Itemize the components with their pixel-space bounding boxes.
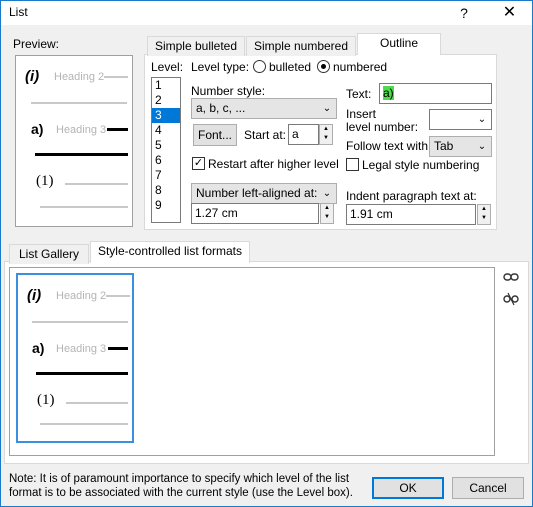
preview-line xyxy=(65,183,128,185)
alignment-spinner[interactable]: ▲ ▼ xyxy=(320,203,334,224)
number-style-label: Number style: xyxy=(191,84,266,98)
preview-line xyxy=(31,102,127,104)
preview-label: Preview: xyxy=(13,37,60,51)
gallery-heading-2: Heading 3 xyxy=(56,343,107,355)
gallery-line xyxy=(32,321,128,323)
gallery-item[interactable]: (i) Heading 2 a) Heading 3 (1) xyxy=(16,273,134,443)
preview-number-2: a) xyxy=(31,121,44,137)
preview-line xyxy=(40,206,128,208)
spin-up-icon[interactable]: ▲ xyxy=(321,204,333,213)
gallery-line xyxy=(106,295,130,297)
chevron-down-icon: ⌄ xyxy=(322,188,332,199)
alignment-value: Number left-aligned at: xyxy=(196,186,318,200)
spin-down-icon[interactable]: ▼ xyxy=(478,214,490,223)
restart-checkbox[interactable]: ✓ xyxy=(192,157,205,170)
window-title: List xyxy=(9,5,28,19)
insert-level-label: Insert xyxy=(346,107,377,121)
level-item[interactable]: 6 xyxy=(152,153,180,168)
gallery-number-2: a) xyxy=(32,340,45,356)
gallery-line xyxy=(66,402,128,404)
unlink-icon[interactable] xyxy=(502,292,520,308)
level-item[interactable]: 2 xyxy=(152,93,180,108)
insert-level-select[interactable]: ⌄ xyxy=(429,109,492,130)
link-icon[interactable] xyxy=(502,271,520,287)
follow-text-value: Tab xyxy=(434,139,454,153)
indent-label: Indent paragraph text at: xyxy=(346,189,477,203)
spin-down-icon[interactable]: ▼ xyxy=(321,213,333,222)
preview-box: (i) Heading 2 a) Heading 3 (1) xyxy=(15,55,133,227)
title-bar: List ? ✕ xyxy=(1,1,532,25)
chevron-down-icon: ⌄ xyxy=(322,103,332,114)
start-at-spinner[interactable]: ▲ ▼ xyxy=(319,124,333,145)
number-text-value: a) xyxy=(383,86,394,100)
ok-button[interactable]: OK xyxy=(372,477,444,499)
gallery-heading-1: Heading 2 xyxy=(56,290,107,302)
preview-line xyxy=(104,76,128,78)
tab-list-gallery[interactable]: List Gallery xyxy=(9,244,89,264)
font-button[interactable]: Font... xyxy=(193,124,237,146)
start-at-input[interactable]: a xyxy=(288,124,319,145)
close-button[interactable]: ✕ xyxy=(487,1,532,25)
level-item[interactable]: 8 xyxy=(152,183,180,198)
legal-style-checkbox[interactable] xyxy=(346,158,359,171)
chevron-down-icon: ⌄ xyxy=(477,114,487,125)
alignment-amount-input[interactable]: 1.27 cm xyxy=(191,203,319,224)
level-item[interactable]: 4 xyxy=(152,123,180,138)
insert-level-label-2: level number: xyxy=(346,120,419,134)
legal-style-label: Legal style numbering xyxy=(362,158,480,172)
footer-note: Note: It is of paramount importance to s… xyxy=(9,473,353,499)
preview-number-1: (i) xyxy=(25,68,40,85)
number-text-input[interactable]: a) xyxy=(379,83,492,104)
preview-line xyxy=(35,153,128,156)
start-at-label: Start at: xyxy=(244,128,287,142)
number-style-select[interactable]: a, b, c, ... ⌄ xyxy=(191,98,337,119)
preview-number-3: (1) xyxy=(36,173,54,189)
tab-outline[interactable]: Outline xyxy=(357,33,441,55)
bulleted-radio-label: bulleted xyxy=(269,60,312,74)
alignment-select[interactable]: Number left-aligned at: ⌄ xyxy=(191,183,337,204)
level-item[interactable]: 9 xyxy=(152,198,180,213)
level-item[interactable]: 1 xyxy=(152,78,180,93)
level-item[interactable]: 5 xyxy=(152,138,180,153)
text-label: Text: xyxy=(346,87,372,101)
bulleted-radio[interactable] xyxy=(253,60,266,73)
tab-simple-numbered[interactable]: Simple numbered xyxy=(246,36,356,56)
numbered-radio[interactable] xyxy=(317,60,330,73)
indent-input[interactable]: 1.91 cm xyxy=(346,204,476,225)
level-type-label: Level type: xyxy=(191,60,250,74)
gallery-number-3: (1) xyxy=(37,392,55,408)
cancel-button[interactable]: Cancel xyxy=(452,477,524,499)
spin-up-icon[interactable]: ▲ xyxy=(478,205,490,214)
number-style-value: a, b, c, ... xyxy=(196,101,246,115)
preview-line xyxy=(107,128,128,131)
tab-style-controlled[interactable]: Style-controlled list formats xyxy=(90,241,250,263)
style-list-gallery: (i) Heading 2 a) Heading 3 (1) xyxy=(9,267,495,456)
spin-down-icon[interactable]: ▼ xyxy=(320,134,332,143)
level-listbox[interactable]: 123456789 xyxy=(151,77,181,223)
level-item[interactable]: 7 xyxy=(152,168,180,183)
preview-heading-1: Heading 2 xyxy=(54,71,105,83)
follow-text-label: Follow text with: xyxy=(346,139,432,153)
spin-up-icon[interactable]: ▲ xyxy=(320,125,332,134)
restart-checkbox-label: Restart after higher level xyxy=(208,157,339,171)
level-label: Level: xyxy=(151,60,184,74)
gallery-line xyxy=(36,372,128,375)
follow-text-select[interactable]: Tab ⌄ xyxy=(429,136,492,157)
indent-spinner[interactable]: ▲ ▼ xyxy=(477,204,491,225)
preview-heading-2: Heading 3 xyxy=(56,124,107,136)
numbered-radio-label: numbered xyxy=(333,60,388,74)
list-dialog: List ? ✕ Preview: (i) Heading 2 a) Headi… xyxy=(0,0,533,507)
level-item[interactable]: 3 xyxy=(152,108,180,123)
help-button[interactable]: ? xyxy=(441,1,487,25)
gallery-line xyxy=(108,347,128,350)
gallery-line xyxy=(40,423,128,425)
gallery-number-1: (i) xyxy=(27,287,42,304)
chevron-down-icon: ⌄ xyxy=(477,141,487,152)
tab-simple-bulleted[interactable]: Simple bulleted xyxy=(147,36,245,56)
